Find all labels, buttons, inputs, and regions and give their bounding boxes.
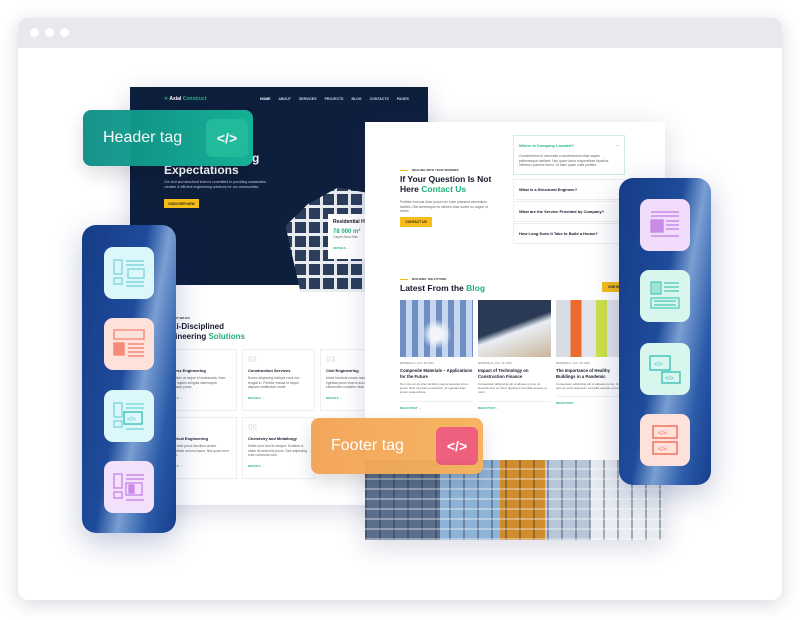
post-category[interactable]: MATERIALS bbox=[478, 362, 493, 365]
left-block-palette: </> bbox=[82, 225, 176, 533]
layout-code-block-icon[interactable]: </> bbox=[104, 390, 154, 442]
layout-header-image-icon[interactable] bbox=[640, 199, 690, 251]
read-post-link[interactable]: READ POST → bbox=[400, 400, 473, 410]
service-number: 05 bbox=[248, 423, 257, 432]
footer-tag-badge: Footer tag </> bbox=[311, 418, 483, 474]
svg-text:</>: </> bbox=[665, 376, 674, 382]
window-dot-icon bbox=[45, 28, 54, 37]
contact-title-line1: If Your Question Is Not bbox=[400, 174, 492, 184]
layout-header-image-icon[interactable] bbox=[104, 318, 154, 370]
post-category[interactable]: MATERIALS bbox=[400, 362, 415, 365]
svg-text:</>: </> bbox=[127, 417, 136, 423]
nav-about[interactable]: ABOUT bbox=[279, 97, 291, 101]
site-nav: HOME ABOUT SERVICES PROJECTS BLOG CONTAC… bbox=[260, 97, 409, 101]
faq-item-open[interactable]: Where is Company Located? − Condimentum i… bbox=[513, 135, 625, 175]
contact-text: Porttitor rhoncus dolor purus non enim p… bbox=[400, 200, 488, 213]
footer-tag-label: Footer tag bbox=[331, 437, 404, 454]
contact-title-highlight: Contact Us bbox=[421, 184, 467, 194]
blog-post[interactable]: MATERIALS • JULY 18, 2022 Composite Mate… bbox=[400, 300, 473, 410]
service-card[interactable]: 02 Construction Services Donec adipiscin… bbox=[242, 349, 315, 411]
service-title: Construction Services bbox=[248, 368, 291, 373]
faq-item[interactable]: What are the Service Provided by Company… bbox=[513, 201, 625, 222]
nav-projects[interactable]: PROJECTS bbox=[325, 97, 344, 101]
nav-home[interactable]: HOME bbox=[260, 97, 271, 101]
code-icon: </> bbox=[436, 427, 478, 465]
faq-item[interactable]: How Long Does It Take to Build a House? bbox=[513, 223, 625, 244]
read-post-link[interactable]: READ POST → bbox=[478, 400, 551, 410]
window-dot-icon bbox=[30, 28, 39, 37]
nav-blog[interactable]: BLOG bbox=[351, 97, 361, 101]
contact-us-button[interactable]: CONTACT US bbox=[400, 217, 432, 227]
right-block-palette: </> </> </> </> bbox=[619, 178, 711, 485]
post-image bbox=[478, 300, 551, 357]
post-excerpt: Consectetur adipiscing elit ut aliquam p… bbox=[478, 382, 547, 395]
layout-code-split-icon[interactable]: </> </> bbox=[640, 414, 690, 466]
window-dot-icon bbox=[60, 28, 69, 37]
contact-title-line2: Here bbox=[400, 184, 419, 194]
post-title[interactable]: Composite Materials – Applications for t… bbox=[400, 368, 473, 379]
service-text: Donec adipiscing tristique risus nec feu… bbox=[248, 376, 300, 389]
faq-item[interactable]: What is a Structural Engineer? bbox=[513, 179, 625, 200]
collapse-icon[interactable]: − bbox=[617, 143, 619, 148]
hero-button[interactable]: DISCOVER NOW bbox=[164, 199, 199, 208]
svg-text:</>: </> bbox=[658, 431, 667, 437]
svg-text:</>: </> bbox=[654, 362, 663, 368]
code-icon: </> bbox=[206, 119, 248, 157]
layout-sidebar-card-icon[interactable] bbox=[104, 247, 154, 299]
blog-title: Latest From the Blog bbox=[400, 283, 485, 293]
post-excerpt: Non nisi est sit amet facilisis magna. E… bbox=[400, 382, 469, 395]
header-tag-label: Header tag bbox=[103, 129, 183, 146]
blog-kicker: BUILDING THE FUTURE bbox=[400, 277, 446, 281]
contact-kicker: DEALING WITH YOUR WORRIES bbox=[400, 168, 459, 172]
layout-media-icon[interactable] bbox=[104, 461, 154, 513]
service-title: Chemistry and Metallurgy bbox=[248, 436, 297, 441]
contact-title: If Your Question Is Not Here Contact Us bbox=[400, 174, 491, 194]
hero-text: Our civil and structural team is committ… bbox=[164, 180, 267, 189]
post-image bbox=[400, 300, 473, 357]
post-date: JULY 18, 2022 bbox=[494, 362, 512, 365]
post-category[interactable]: MATERIALS bbox=[556, 362, 571, 365]
service-text: Mollis nunc sed id semper. Sodales ut et… bbox=[248, 444, 307, 457]
post-date: JULY 18, 2022 bbox=[416, 362, 434, 365]
nav-contacts[interactable]: CONTACTS bbox=[370, 97, 389, 101]
service-details-link[interactable]: DETAILS → bbox=[248, 464, 309, 468]
service-card[interactable]: 05 Chemistry and Metallurgy Mollis nunc … bbox=[242, 417, 315, 479]
faq-answer: Condimentum id venenatis a condimentum v… bbox=[519, 154, 609, 167]
faq-question: Where is Company Located? bbox=[519, 143, 574, 148]
svg-text:</>: </> bbox=[658, 447, 667, 453]
blog-title-text: Latest From the bbox=[400, 283, 464, 293]
browser-title-bar bbox=[18, 18, 782, 48]
blog-title-highlight: Blog bbox=[466, 283, 486, 293]
blog-post[interactable]: MATERIALS • JULY 18, 2022 Impact of Tech… bbox=[478, 300, 551, 410]
nav-pages[interactable]: PAGES bbox=[397, 97, 409, 101]
nav-services[interactable]: SERVICES bbox=[299, 97, 317, 101]
layout-code-window-icon[interactable]: </> </> bbox=[640, 343, 690, 395]
service-number: 02 bbox=[248, 355, 257, 364]
site-logo[interactable]: ✕ Axial Construct bbox=[164, 96, 206, 102]
layout-sidebar-card-icon[interactable] bbox=[640, 270, 690, 322]
post-title[interactable]: Impact of Technology on Construction Fin… bbox=[478, 368, 551, 379]
services-title-highlight: Solutions bbox=[208, 332, 245, 341]
post-date: JULY 18, 2022 bbox=[572, 362, 590, 365]
service-details-link[interactable]: DETAILS → bbox=[248, 396, 309, 400]
hero-title-fragment: g bbox=[252, 151, 260, 165]
header-tag-badge: Header tag </> bbox=[83, 110, 253, 166]
